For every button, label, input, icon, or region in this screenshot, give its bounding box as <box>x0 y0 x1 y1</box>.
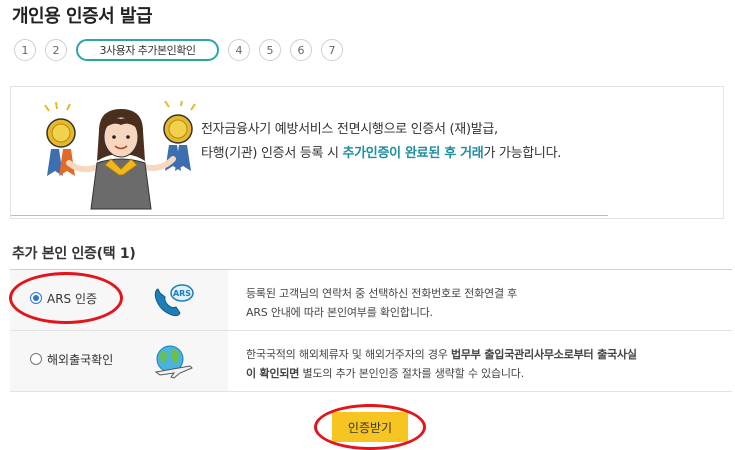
option-label-cell: ARS 인증 ARS <box>10 270 228 330</box>
option-label-ars[interactable]: ARS 인증 <box>47 290 97 307</box>
radio-ars[interactable] <box>30 292 42 304</box>
ars-phone-icon: ARS <box>154 284 194 317</box>
option-desc-overseas-line-1-prefix: 한국국적의 해외체류자 및 해외거주자의 경우 <box>246 348 451 361</box>
notice-text: 전자금융사기 예방서비스 전면시행으로 인증서 (재)발급, 타행(기관) 인증… <box>201 118 561 166</box>
option-row-overseas[interactable]: 해외출국확인 한국국적의 해외체류자 및 해외거주자의 경우 법무부 출입국관리… <box>10 331 732 392</box>
step-6: 6 <box>290 39 312 61</box>
step-2: 2 <box>45 39 67 61</box>
step-3-current: 3사용자 추가본인확인 <box>76 39 219 61</box>
notice-divider <box>11 215 608 216</box>
option-desc-ars-line-1: 등록된 고객님의 연락처 중 선택하신 전화번호로 전화연결 후 <box>246 287 518 300</box>
option-row-ars[interactable]: ARS 인증 ARS 등록된 고객님의 연락처 중 선택하신 전화번호로 전화연… <box>10 270 732 331</box>
option-desc-overseas: 한국국적의 해외체류자 및 해외거주자의 경우 법무부 출입국관리사무소로부터 … <box>246 345 637 383</box>
option-desc-overseas-line-2-bold: 이 확인되면 <box>246 367 300 380</box>
notice-line-2: 타행(기관) 인증서 등록 시 추가인증이 완료된 후 거래가 가능합니다. <box>201 142 561 166</box>
confirm-auth-button[interactable]: 인증받기 <box>332 412 408 442</box>
notice-highlight: 추가인증이 완료된 후 거래 <box>342 146 484 161</box>
step-1: 1 <box>14 39 36 61</box>
step-7: 7 <box>321 39 343 61</box>
page-title: 개인용 인증서 발급 <box>12 6 153 27</box>
option-desc-overseas-line-2: 이 확인되면 별도의 추가 본인인증 절차를 생략할 수 있습니다. <box>246 364 637 383</box>
notice-line-1: 전자금융사기 예방서비스 전면시행으로 인증서 (재)발급, <box>201 122 498 137</box>
step-indicator: 1 2 3사용자 추가본인확인 4 5 6 7 <box>14 38 352 62</box>
option-label-cell: 해외출국확인 <box>10 331 228 391</box>
step-5: 5 <box>259 39 281 61</box>
option-desc-overseas-line-2-suffix: 별도의 추가 본인인증 절차를 생략할 수 있습니다. <box>299 367 525 380</box>
option-desc-overseas-line-1: 한국국적의 해외체류자 및 해외거주자의 경우 법무부 출입국관리사무소로부터 … <box>246 345 637 364</box>
notice-box: 전자금융사기 예방서비스 전면시행으로 인증서 (재)발급, 타행(기관) 인증… <box>10 86 724 219</box>
globe-airplane-icon <box>154 345 193 379</box>
option-desc-overseas-line-1-bold: 법무부 출입국관리사무소로부터 출국사실 <box>450 348 637 361</box>
option-desc-ars: 등록된 고객님의 연락처 중 선택하신 전화번호로 전화연결 후 ARS 안내에… <box>246 284 517 322</box>
section-title: 추가 본인 인증(택 1) <box>12 246 136 262</box>
notice-line-2-prefix: 타행(기관) 인증서 등록 시 <box>201 146 343 161</box>
step-4: 4 <box>228 39 250 61</box>
svg-text:ARS: ARS <box>173 289 191 298</box>
option-desc-ars-line-2: ARS 안내에 따라 본인여부를 확인합니다. <box>246 306 433 319</box>
auth-options-table: ARS 인증 ARS 등록된 고객님의 연락처 중 선택하신 전화번호로 전화연… <box>10 269 732 392</box>
notice-line-2-suffix: 가 가능합니다. <box>483 146 562 161</box>
option-label-overseas[interactable]: 해외출국확인 <box>47 351 113 368</box>
radio-overseas[interactable] <box>30 353 42 365</box>
mascot-with-medals-illustration <box>44 101 196 210</box>
